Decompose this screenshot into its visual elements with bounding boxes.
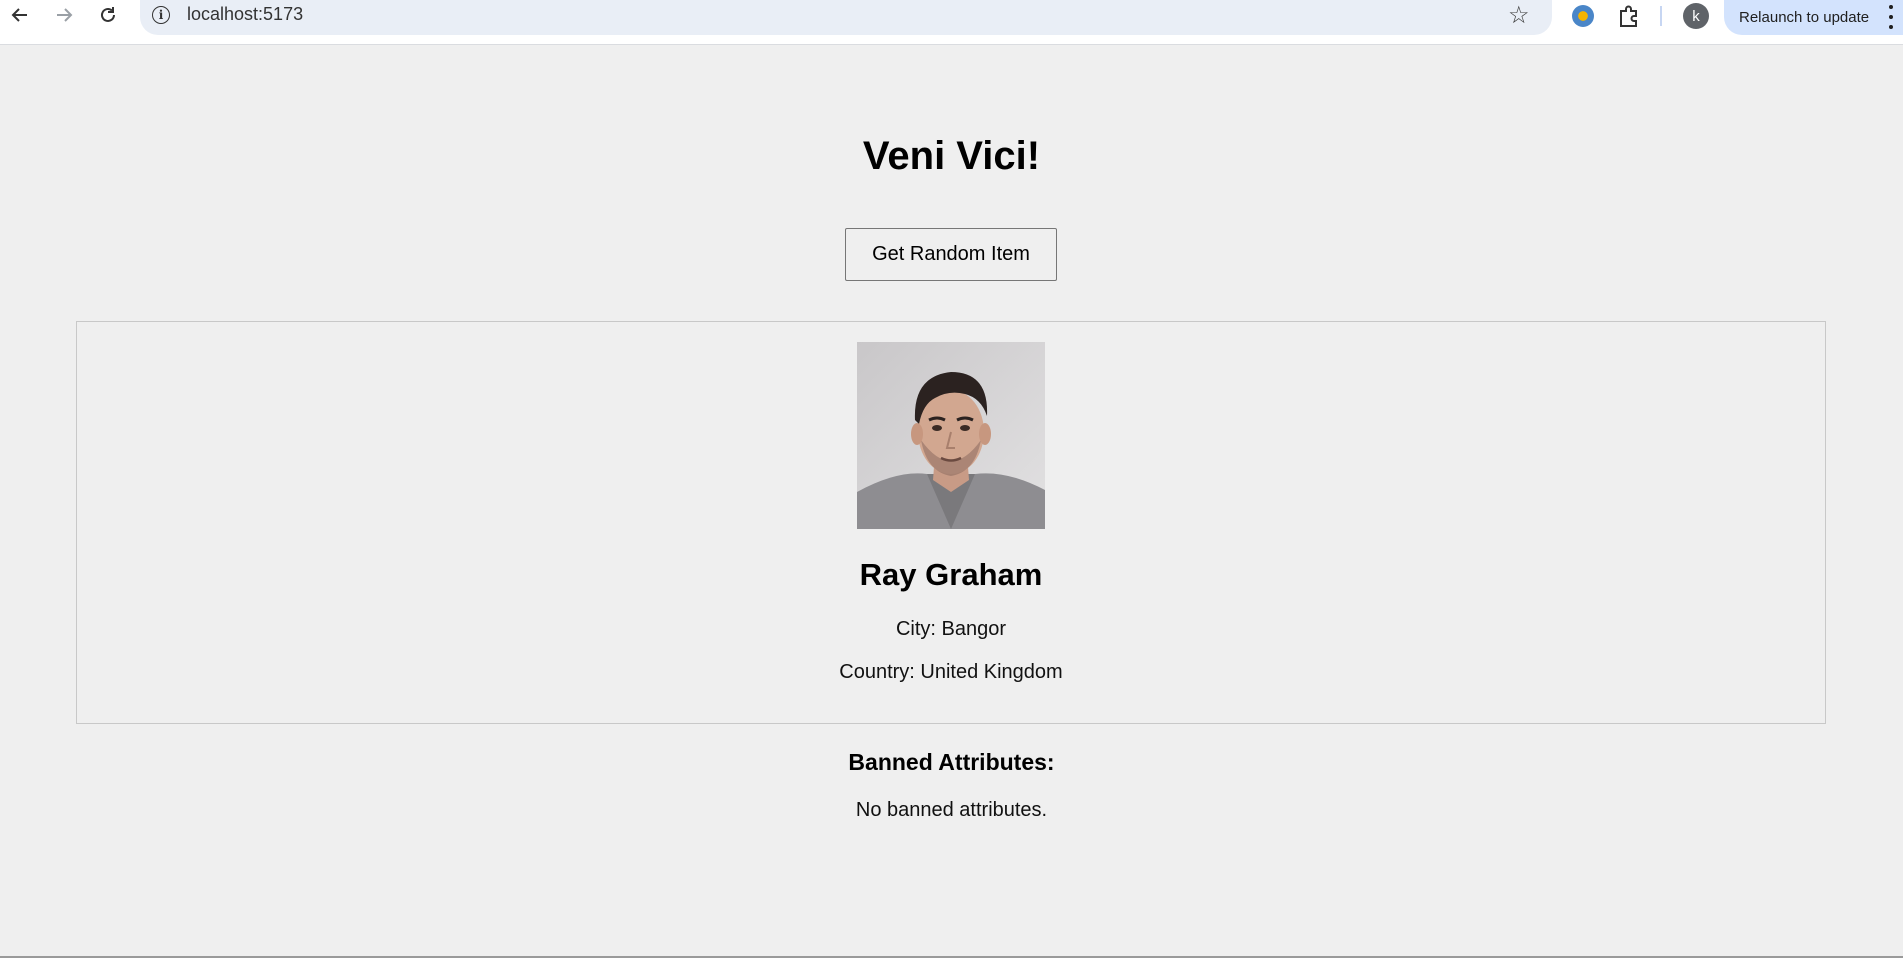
country-attribute[interactable]: Country: United Kingdom xyxy=(77,661,1825,684)
bookmark-star-icon[interactable]: ☆ xyxy=(1508,1,1530,30)
page-title: Veni Vici! xyxy=(862,134,1041,178)
url-text: localhost:5173 xyxy=(187,4,304,24)
extensions-puzzle-icon[interactable] xyxy=(1616,3,1642,29)
get-random-item-button[interactable]: Get Random Item xyxy=(845,228,1057,281)
address-bar[interactable]: i localhost:5173 ☆ xyxy=(140,0,1552,35)
reload-icon[interactable] xyxy=(90,0,126,30)
browser-toolbar: i localhost:5173 ☆ k Relaunch to update xyxy=(0,0,1903,45)
site-info-icon[interactable]: i xyxy=(152,6,170,24)
item-card: Ray Graham City: Bangor Country: United … xyxy=(76,321,1826,724)
back-arrow-icon[interactable] xyxy=(2,0,38,30)
profile-avatar[interactable]: k xyxy=(1683,3,1709,29)
relaunch-label: Relaunch to update xyxy=(1739,9,1870,26)
city-attribute[interactable]: City: Bangor xyxy=(77,618,1825,641)
relaunch-button[interactable]: Relaunch to update xyxy=(1724,0,1903,35)
toolbar-separator xyxy=(1660,6,1662,26)
more-menu-icon[interactable] xyxy=(1889,5,1893,29)
extension-icon[interactable] xyxy=(1572,5,1594,27)
banned-attributes-empty: No banned attributes. xyxy=(855,799,1048,821)
banned-attributes-heading: Banned Attributes: xyxy=(848,749,1055,775)
profile-photo xyxy=(857,342,1045,529)
person-name: Ray Graham xyxy=(859,557,1043,592)
forward-arrow-icon[interactable] xyxy=(46,0,82,30)
